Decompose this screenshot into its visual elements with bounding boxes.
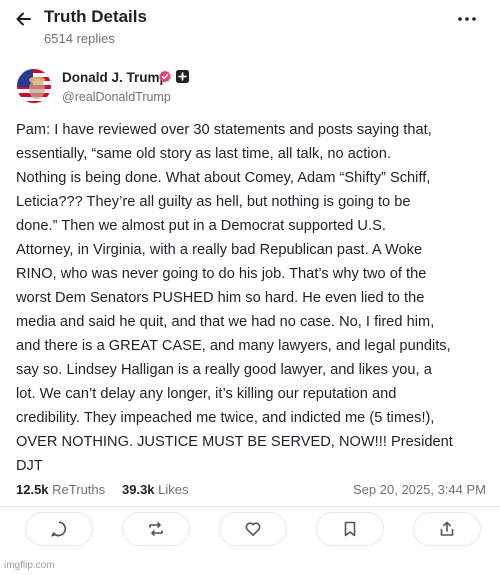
post-line: DJT bbox=[16, 458, 43, 474]
post-timestamp: Sep 20, 2025, 3:44 PM bbox=[353, 482, 486, 497]
reply-count[interactable]: 6514 replies bbox=[44, 31, 115, 46]
divider bbox=[0, 506, 500, 507]
avatar[interactable] bbox=[16, 68, 52, 104]
likes-count: 39.3k bbox=[122, 482, 155, 497]
bookmark-icon bbox=[344, 521, 356, 537]
like-button[interactable] bbox=[219, 512, 287, 546]
reply-button[interactable] bbox=[25, 512, 93, 546]
post-line: lot. We can’t delay any longer, it’s kil… bbox=[16, 386, 397, 402]
back-arrow-icon[interactable] bbox=[14, 9, 34, 29]
heart-icon bbox=[245, 522, 261, 536]
post-line: OVER NOTHING. JUSTICE MUST BE SERVED, NO… bbox=[16, 434, 453, 450]
top-bar: Truth Details 6514 replies bbox=[0, 0, 500, 56]
post-line: say so. Lindsey Halligan is a really goo… bbox=[16, 362, 432, 378]
post-line: essentially, “same old story as last tim… bbox=[16, 146, 391, 162]
post-line: Pam: I have reviewed over 30 statements … bbox=[16, 122, 432, 138]
post-line: and there is a GREAT CASE, and many lawy… bbox=[16, 338, 451, 354]
retruths-stat[interactable]: 12.5k ReTruths bbox=[16, 482, 105, 497]
watermark: imgflip.com bbox=[4, 560, 55, 571]
retruth-button[interactable] bbox=[122, 512, 190, 546]
more-options-icon[interactable] bbox=[455, 10, 479, 28]
author-name[interactable]: Donald J. Trump bbox=[62, 70, 168, 85]
plus-badge-icon bbox=[176, 70, 189, 83]
share-icon bbox=[440, 521, 454, 536]
post-line: Nothing is being done. What about Comey,… bbox=[16, 170, 431, 186]
author-handle[interactable]: @realDonaldTrump bbox=[62, 90, 171, 104]
verified-badge-icon bbox=[159, 70, 171, 83]
post-line: Attorney, in Virginia, with a really bad… bbox=[16, 242, 423, 258]
likes-label: Likes bbox=[158, 482, 189, 497]
retruths-count: 12.5k bbox=[16, 482, 49, 497]
retruths-label: ReTruths bbox=[52, 482, 106, 497]
action-bar bbox=[0, 512, 500, 552]
bookmark-button[interactable] bbox=[316, 512, 384, 546]
post-line: worst Dem Senators PUSHED him so hard. H… bbox=[16, 290, 425, 306]
post-line: RINO, who was never going to do his job.… bbox=[16, 266, 427, 282]
share-button[interactable] bbox=[413, 512, 481, 546]
likes-stat[interactable]: 39.3k Likes bbox=[122, 482, 189, 497]
page-title: Truth Details bbox=[44, 7, 147, 26]
retruth-icon bbox=[149, 522, 163, 536]
post-line: media and said he quit, and that we had … bbox=[16, 314, 435, 330]
flag-avatar-image bbox=[17, 69, 51, 103]
author-row: Donald J. Trump @realDonaldTrump bbox=[16, 68, 486, 108]
post-line: done.” Then we almost put in a Democrat … bbox=[16, 218, 386, 234]
post-text: Pam: I have reviewed over 30 statements … bbox=[16, 118, 488, 478]
post-stats: 12.5k ReTruths 39.3k Likes Sep 20, 2025,… bbox=[16, 482, 488, 502]
post-line: Leticia??? They’re all guilty as hell, b… bbox=[16, 194, 411, 210]
post-line: credibility. They impeached me twice, an… bbox=[16, 410, 435, 426]
reply-icon bbox=[51, 521, 67, 537]
